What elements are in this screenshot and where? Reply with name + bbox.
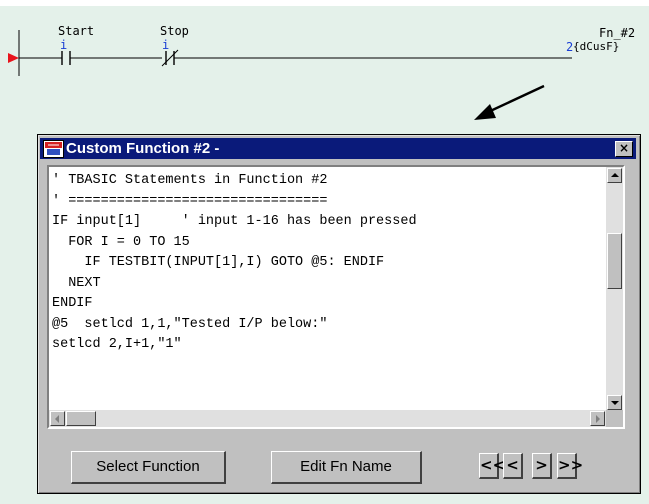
code-editor[interactable]: ' TBASIC Statements in Function #2 ' ====… (47, 165, 625, 429)
arrow-up-icon (611, 173, 619, 177)
ladder-rung-graphic (8, 30, 572, 120)
first-function-button[interactable]: << (479, 453, 505, 479)
select-function-button[interactable]: Select Function (71, 451, 226, 484)
custom-function-dialog: Custom Function #2 - × ' TBASIC Statemen… (37, 134, 641, 494)
code-line: ENDIF (52, 296, 93, 311)
vertical-scroll-thumb[interactable] (607, 233, 622, 289)
horizontal-scroll-thumb[interactable] (66, 411, 96, 426)
arrow-left-icon (55, 415, 59, 423)
app-icon (43, 140, 64, 158)
code-line: @5 setlcd 1,1,"Tested I/P below:" (52, 316, 328, 332)
last-function-button[interactable]: >> (557, 453, 583, 479)
scroll-up-button[interactable] (607, 168, 622, 183)
scroll-left-button[interactable] (50, 411, 65, 426)
close-button[interactable]: × (615, 141, 633, 157)
horizontal-scrollbar[interactable] (49, 410, 606, 427)
dialog-title: Custom Function #2 - (66, 140, 220, 157)
next-function-button[interactable]: > (532, 453, 552, 479)
power-rail-arrow-icon (8, 53, 19, 63)
arrow-right-icon (596, 415, 600, 423)
coil-function-tag[interactable]: {dCusF} (573, 40, 619, 53)
code-line: IF input[1] ' input 1-16 has been presse… (52, 214, 417, 229)
edit-fn-name-button[interactable]: Edit Fn Name (271, 451, 422, 484)
arrow-down-icon (611, 401, 619, 405)
stop-contact-index: i (162, 38, 170, 52)
scroll-corner (606, 410, 623, 427)
code-line: setlcd 2,I+1,"1" (52, 337, 182, 352)
dialog-title-bar[interactable]: Custom Function #2 - × (40, 138, 636, 159)
code-line: ' TBASIC Statements in Function #2 (52, 173, 328, 188)
start-contact-label: Start (58, 24, 95, 38)
code-line: NEXT (52, 275, 101, 291)
stop-contact-label: Stop (160, 24, 189, 38)
pointer-arrow-icon (474, 84, 545, 120)
code-line: FOR I = 0 TO 15 (52, 234, 190, 250)
vertical-scrollbar[interactable] (606, 167, 623, 411)
start-contact-index: i (60, 38, 68, 52)
start-contact-icon[interactable] (57, 51, 71, 65)
code-line: IF TESTBIT(INPUT[1],I) GOTO @5: ENDIF (52, 255, 385, 270)
coil-label: Fn_#2 (599, 26, 636, 40)
code-text[interactable]: ' TBASIC Statements in Function #2 ' ====… (52, 171, 600, 407)
scroll-down-button[interactable] (607, 395, 622, 410)
code-line: ' ================================ (52, 193, 328, 209)
previous-function-button[interactable]: < (503, 453, 523, 479)
scroll-right-button[interactable] (590, 411, 605, 426)
